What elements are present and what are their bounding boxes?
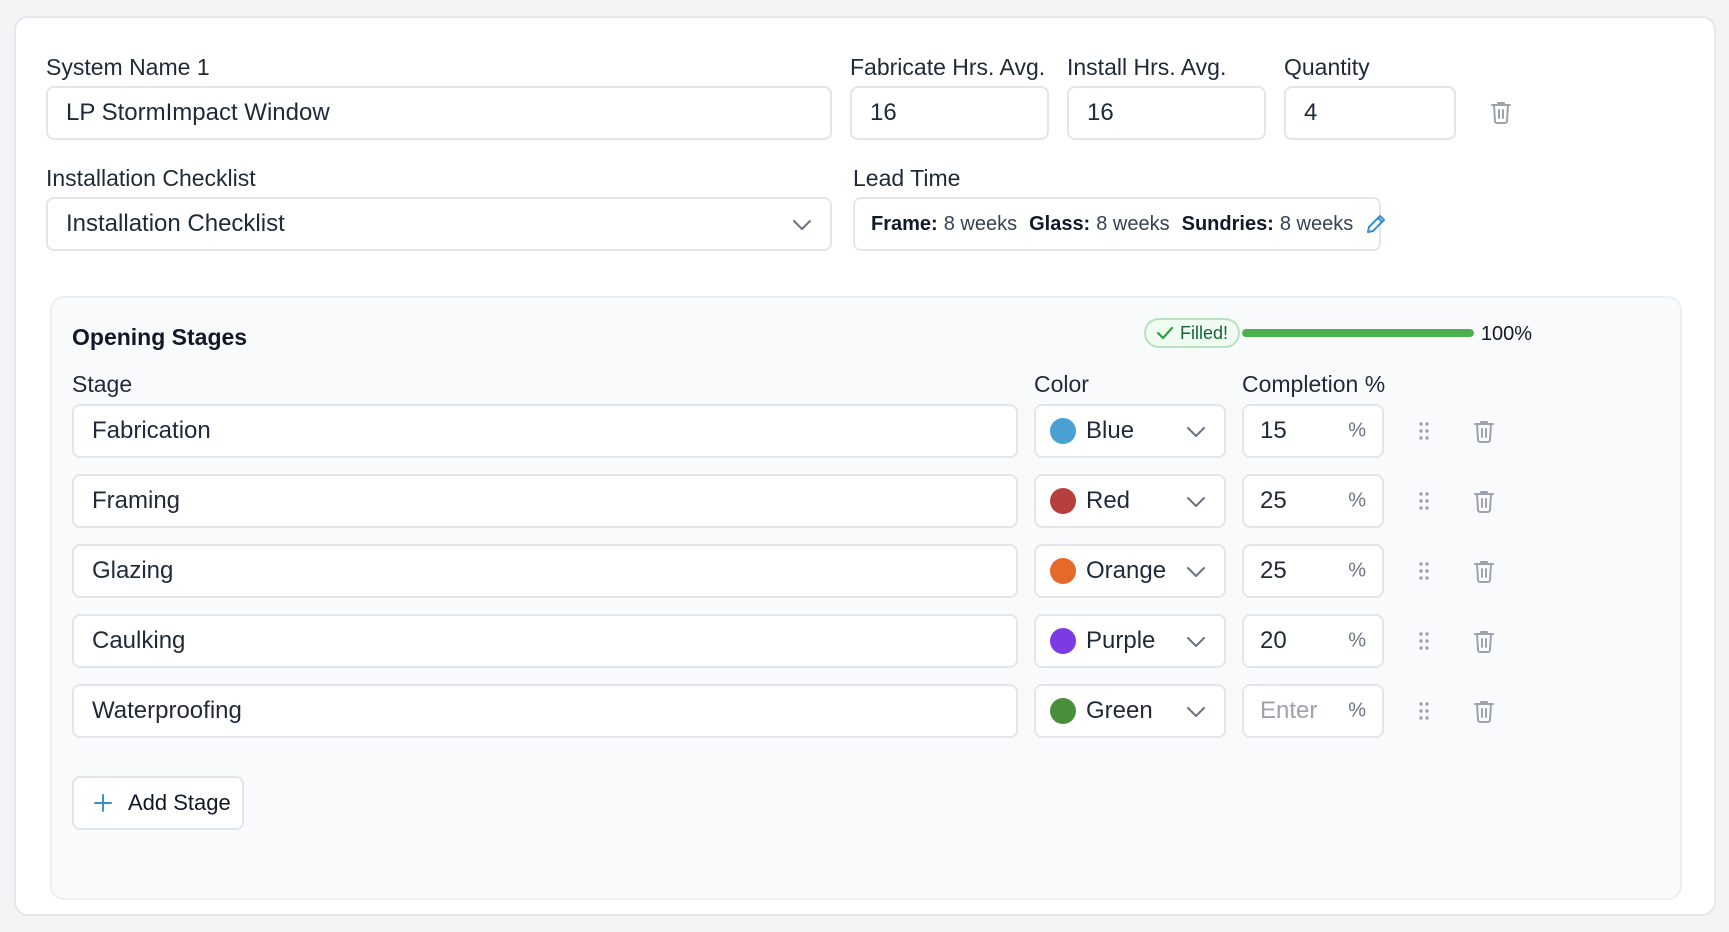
color-swatch [1050,628,1076,654]
chevron-down-icon [1186,697,1206,725]
edit-lead-time-button[interactable] [1365,213,1387,235]
stage-completion-field[interactable]: % [1242,544,1384,598]
install-hrs-field[interactable] [1067,86,1266,140]
quantity-input[interactable] [1304,99,1436,127]
stage-name-input[interactable] [92,627,998,655]
stage-completion-input[interactable] [1260,487,1340,515]
stage-color-value: Red [1086,487,1131,514]
trash-icon [1474,491,1494,513]
fabricate-hrs-field[interactable] [850,86,1049,140]
stage-name-field[interactable] [72,614,1018,668]
trash-icon [1491,102,1511,124]
system-name-input[interactable] [66,99,812,127]
percent-icon: % [1348,559,1366,582]
fabricate-hrs-input[interactable] [870,99,1029,127]
quantity-label: Quantity [1284,54,1370,80]
completion-progress-text: 100% [1480,323,1532,345]
delete-stage-button[interactable] [1473,559,1495,588]
drag-handle-icon[interactable] [1418,491,1430,516]
lead-time-glass: Glass: 8 weeks [1029,212,1170,235]
trash-icon [1474,561,1494,583]
drag-handle-icon[interactable] [1418,631,1430,656]
delete-stage-button[interactable] [1473,419,1495,448]
stage-completion-field[interactable]: % [1242,404,1384,458]
stage-completion-input[interactable] [1260,627,1340,655]
stage-name-input[interactable] [92,697,998,725]
stage-completion-input[interactable] [1260,417,1340,445]
stage-name-input[interactable] [92,557,998,585]
trash-icon [1474,421,1494,443]
stage-color-select[interactable]: Green [1034,684,1226,738]
color-swatch [1050,418,1076,444]
stage-completion-field[interactable]: % [1242,684,1384,738]
fabricate-hrs-label: Fabricate Hrs. Avg. [850,54,1046,80]
color-column-header: Color [1034,371,1089,397]
stage-name-input[interactable] [92,487,998,515]
stage-color-value: Green [1086,697,1153,724]
lead-time-box: Frame: 8 weeks Glass: 8 weeks Sundries: 8 w… [853,197,1386,251]
stage-name-field[interactable] [72,544,1018,598]
delete-stage-button[interactable] [1473,699,1495,728]
stage-column-header: Stage [72,371,133,397]
drag-handle-icon[interactable] [1418,561,1430,586]
drag-handle-icon[interactable] [1418,421,1430,446]
chevron-down-icon [1186,627,1206,655]
percent-icon: % [1348,629,1366,652]
percent-icon: % [1348,699,1366,722]
lead-time-sundries: Sundries: 8 weeks [1181,212,1354,235]
stage-color-value: Purple [1086,627,1156,654]
stage-completion-field[interactable]: % [1242,614,1384,668]
lead-time-frame: Frame: 8 weeks [871,212,1018,235]
chevron-down-icon [1186,557,1206,585]
stage-name-field[interactable] [72,474,1018,528]
lead-time-label: Lead Time [853,165,961,191]
color-swatch [1050,698,1076,724]
check-icon [1156,326,1174,340]
filled-badge: Filled! [1144,318,1241,348]
quantity-field[interactable] [1284,86,1456,140]
percent-icon: % [1348,419,1366,442]
checklist-label: Installation Checklist [46,165,256,191]
color-swatch [1050,488,1076,514]
checklist-selected-value: Installation Checklist [66,210,285,237]
stage-color-value: Blue [1086,417,1135,444]
percent-icon: % [1348,489,1366,512]
stage-completion-input[interactable] [1260,697,1340,725]
delete-stage-button[interactable] [1473,629,1495,658]
pencil-icon [1367,215,1386,233]
stage-color-value: Orange [1086,557,1167,584]
system-name-label: System Name 1 [46,54,210,80]
completion-progress-fill [1242,329,1474,337]
stage-color-select[interactable]: Blue [1034,404,1226,458]
stage-color-select[interactable]: Red [1034,474,1226,528]
trash-icon [1474,701,1494,723]
delete-system-button[interactable] [1490,100,1512,129]
completion-column-header: Completion % [1242,371,1386,397]
add-stage-button[interactable]: Add Stage [72,776,244,830]
chevron-down-icon [1186,487,1206,515]
drag-handle-icon[interactable] [1418,701,1430,726]
chevron-down-icon [1186,417,1206,445]
plus-icon [94,794,112,812]
stage-completion-input[interactable] [1260,557,1340,585]
stage-completion-field[interactable]: % [1242,474,1384,528]
chevron-down-icon [792,210,812,238]
stage-color-select[interactable]: Purple [1034,614,1226,668]
stage-name-input[interactable] [92,417,998,445]
system-card: System Name 1 Fabricate Hrs. Avg. Instal… [14,16,1716,916]
opening-stages-title: Opening Stages [72,324,248,350]
stage-name-field[interactable] [72,684,1018,738]
opening-stages-panel: Opening Stages Filled! 100% Stage Color … [50,296,1682,900]
checklist-select[interactable]: Installation Checklist [46,197,832,251]
trash-icon [1474,631,1494,653]
stage-name-field[interactable] [72,404,1018,458]
system-name-field[interactable] [46,86,832,140]
completion-progress-bar [1242,329,1474,337]
install-hrs-input[interactable] [1087,99,1246,127]
install-hrs-label: Install Hrs. Avg. [1067,54,1227,80]
delete-stage-button[interactable] [1473,489,1495,518]
stage-color-select[interactable]: Orange [1034,544,1226,598]
color-swatch [1050,558,1076,584]
